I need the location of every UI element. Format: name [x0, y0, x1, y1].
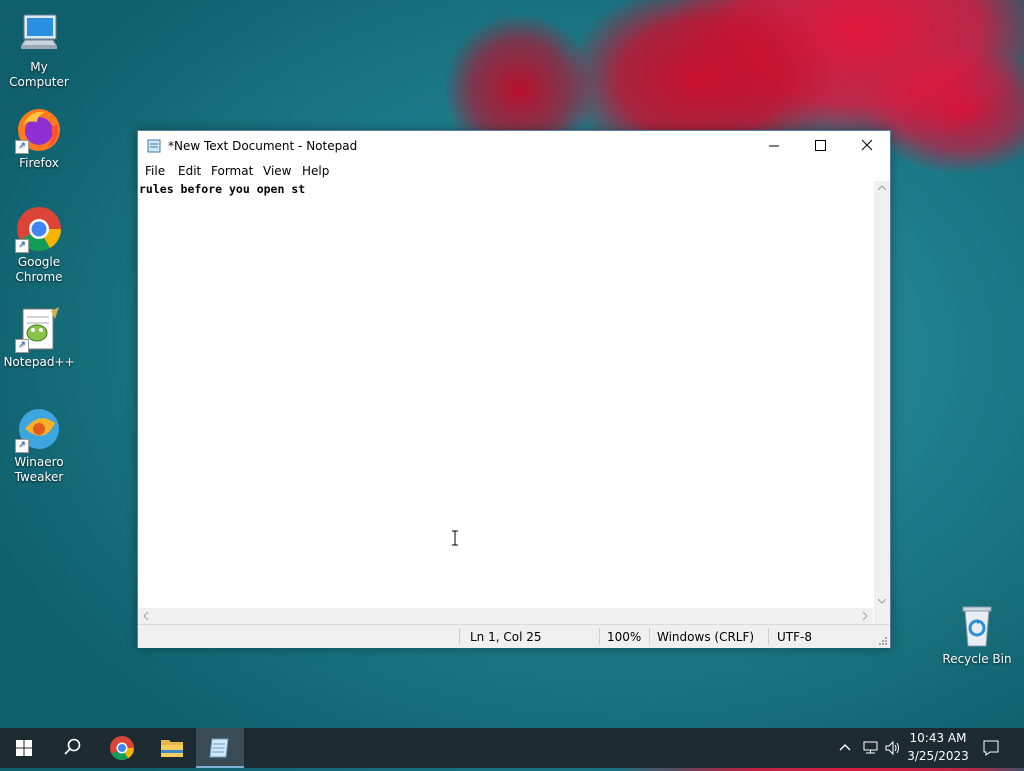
recycle-bin-icon [953, 602, 1001, 650]
firefox-icon: ↗ [15, 106, 63, 154]
desktop-icon-google-chrome[interactable]: ↗ Google Chrome [2, 205, 76, 285]
search-button[interactable] [48, 728, 96, 768]
notifications-icon[interactable] [982, 739, 1000, 757]
chevron-up-icon[interactable] [838, 741, 852, 755]
windows-logo-icon [16, 740, 32, 756]
menu-help[interactable]: Help [302, 164, 329, 178]
text-cursor-icon [452, 530, 458, 546]
status-divider [649, 628, 650, 645]
status-zoom: 100% [607, 630, 642, 644]
resize-grip-icon[interactable] [878, 636, 888, 646]
desktop-icon-notepadpp[interactable]: ↗ Notepad++ [2, 305, 76, 370]
menu-format[interactable]: Format [211, 164, 253, 178]
minimize-icon [769, 145, 779, 147]
status-position: Ln 1, Col 25 [470, 630, 542, 644]
status-encoding: UTF-8 [777, 630, 812, 644]
clock-time[interactable]: 10:43 AM [906, 731, 970, 745]
desktop-icon-my-computer[interactable]: My Computer [2, 10, 76, 90]
taskbar-file-explorer-button[interactable] [148, 728, 196, 768]
taskbar-notepad-button[interactable] [196, 728, 244, 768]
menu-view[interactable]: View [263, 164, 291, 178]
shortcut-arrow-icon: ↗ [15, 239, 29, 253]
chrome-icon [110, 736, 134, 761]
chrome-icon: ↗ [15, 205, 63, 253]
volume-icon[interactable] [884, 740, 902, 756]
window-title: *New Text Document - Notepad [168, 139, 358, 153]
notepad-icon [147, 139, 161, 153]
status-divider [459, 628, 460, 645]
notepad-window[interactable]: *New Text Document - Notepad File Edit F… [137, 130, 891, 648]
desktop-icon-label: My Computer [9, 60, 69, 89]
status-divider [768, 628, 769, 645]
taskbar: 10:43 AM 3/25/2023 [0, 728, 1024, 768]
close-icon [861, 139, 873, 151]
network-icon[interactable] [862, 740, 880, 756]
scroll-up-icon[interactable] [878, 185, 886, 191]
shortcut-arrow-icon: ↗ [15, 140, 29, 154]
shortcut-arrow-icon: ↗ [15, 439, 29, 453]
notepadpp-icon: ↗ [15, 305, 63, 353]
horizontal-scrollbar[interactable] [138, 608, 873, 624]
status-bar: Ln 1, Col 25 100% Windows (CRLF) UTF-8 [138, 624, 890, 648]
close-button[interactable] [844, 131, 890, 161]
clock-date[interactable]: 3/25/2023 [906, 749, 970, 763]
start-button[interactable] [0, 728, 48, 768]
menu-edit[interactable]: Edit [178, 164, 201, 178]
minimize-button[interactable] [751, 131, 797, 161]
taskbar-chrome-button[interactable] [98, 728, 146, 768]
folder-icon [161, 740, 183, 757]
vertical-scrollbar[interactable] [874, 181, 890, 608]
status-divider [599, 628, 600, 645]
editor-content: rules before you open st [139, 182, 306, 196]
scroll-right-icon[interactable] [862, 612, 868, 620]
desktop-icon-label: Google Chrome [15, 255, 63, 284]
winaero-icon: ↗ [15, 405, 63, 453]
menu-bar: File Edit Format View Help [138, 161, 890, 181]
scroll-left-icon[interactable] [143, 612, 149, 620]
status-line-ending: Windows (CRLF) [657, 630, 755, 644]
desktop-icon-recycle-bin[interactable]: Recycle Bin [940, 602, 1014, 667]
desktop-icon-label: Notepad++ [3, 355, 75, 369]
search-icon [64, 738, 81, 755]
maximize-icon [815, 140, 826, 151]
computer-icon [15, 10, 63, 58]
maximize-button[interactable] [797, 131, 843, 161]
desktop-icon-label: Firefox [19, 156, 59, 170]
text-editor[interactable]: rules before you open st [138, 181, 873, 608]
menu-file[interactable]: File [145, 164, 165, 178]
desktop-icon-label: Recycle Bin [942, 652, 1012, 666]
desktop-icon-winaero-tweaker[interactable]: ↗ Winaero Tweaker [2, 405, 76, 485]
desktop-icon-label: Winaero Tweaker [14, 455, 64, 484]
scroll-down-icon[interactable] [878, 598, 886, 604]
notepad-icon [209, 738, 229, 758]
scroll-corner [874, 608, 890, 624]
title-bar[interactable]: *New Text Document - Notepad [138, 131, 890, 161]
desktop-icon-firefox[interactable]: ↗ Firefox [2, 106, 76, 171]
shortcut-arrow-icon: ↗ [15, 339, 29, 353]
